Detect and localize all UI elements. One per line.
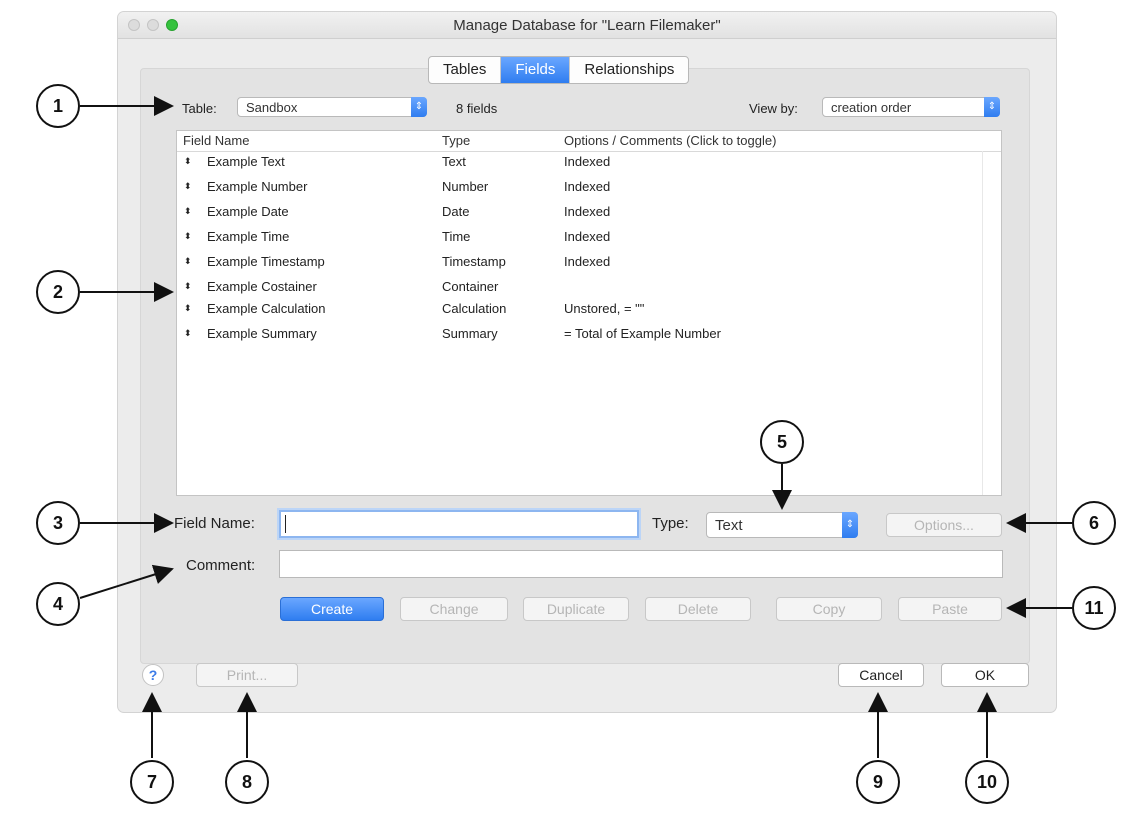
callout-1: 1 xyxy=(36,84,80,128)
callout-3: 3 xyxy=(36,501,80,545)
callout-2: 2 xyxy=(36,270,80,314)
callout-arrows xyxy=(79,96,1072,758)
tab-bar: Tables Fields Relationships xyxy=(428,56,690,84)
callout-11: 11 xyxy=(1072,586,1116,630)
callout-7: 7 xyxy=(130,760,174,804)
callout-9: 9 xyxy=(856,760,900,804)
tab-relationships[interactable]: Relationships xyxy=(569,57,688,83)
callout-4: 4 xyxy=(36,582,80,626)
callout-10: 10 xyxy=(965,760,1009,804)
callout-8: 8 xyxy=(225,760,269,804)
tab-fields[interactable]: Fields xyxy=(500,57,570,83)
callout-6: 6 xyxy=(1072,501,1116,545)
tab-tables[interactable]: Tables xyxy=(429,57,500,83)
callout-5: 5 xyxy=(760,420,804,464)
